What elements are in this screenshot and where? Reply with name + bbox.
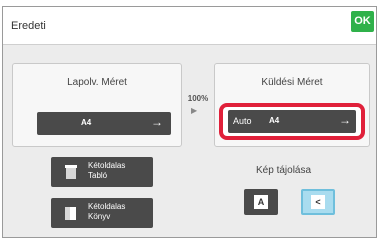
duplex-tablet-line2: Tabló bbox=[88, 171, 108, 180]
send-size-label: Küldési Méret bbox=[261, 77, 323, 88]
title-bar: Eredeti OK bbox=[3, 7, 376, 45]
send-size-button[interactable]: Auto A4 → bbox=[228, 110, 356, 133]
scan-size-value: A4 bbox=[81, 118, 92, 127]
ok-button[interactable]: OK bbox=[351, 11, 374, 32]
tablet-document-icon bbox=[65, 165, 77, 179]
landscape-orientation-button[interactable]: < bbox=[301, 189, 335, 215]
page-title: Eredeti bbox=[11, 20, 46, 32]
duplex-book-line1: Kétoldalas bbox=[88, 202, 126, 211]
duplex-book-line2: Könyv bbox=[88, 212, 111, 221]
portrait-orientation-icon: A bbox=[254, 195, 268, 209]
send-size-highlight: Auto A4 → bbox=[219, 103, 365, 140]
send-size-value: A4 bbox=[269, 116, 280, 125]
duplex-tablet-line1: Kétoldalas bbox=[88, 161, 126, 170]
send-size-mode: Auto bbox=[233, 116, 252, 126]
duplex-book-label: Kétoldalas Könyv bbox=[88, 202, 125, 222]
portrait-orientation-button[interactable]: A bbox=[244, 189, 278, 215]
scan-size-button[interactable]: A4 → bbox=[37, 112, 171, 135]
arrow-right-icon: → bbox=[151, 115, 163, 129]
landscape-orientation-icon: < bbox=[311, 195, 325, 209]
image-orientation-label: Kép tájolása bbox=[256, 165, 312, 176]
ratio-arrow-icon: ▶ bbox=[191, 106, 198, 115]
book-document-icon bbox=[65, 207, 76, 220]
duplex-tablet-button[interactable]: Kétoldalas Tabló bbox=[51, 157, 153, 187]
ratio-percent: 100% bbox=[187, 94, 209, 103]
duplex-tablet-label: Kétoldalas Tabló bbox=[88, 161, 125, 181]
scan-size-label: Lapolv. Méret bbox=[67, 77, 127, 88]
original-settings-screen: Eredeti OK Lapolv. Méret A4 → 100% ▶ Kül… bbox=[2, 6, 377, 238]
arrow-right-icon: → bbox=[339, 113, 351, 127]
scan-size-panel: Lapolv. Méret A4 → bbox=[12, 63, 182, 147]
duplex-book-button[interactable]: Kétoldalas Könyv bbox=[51, 198, 153, 228]
